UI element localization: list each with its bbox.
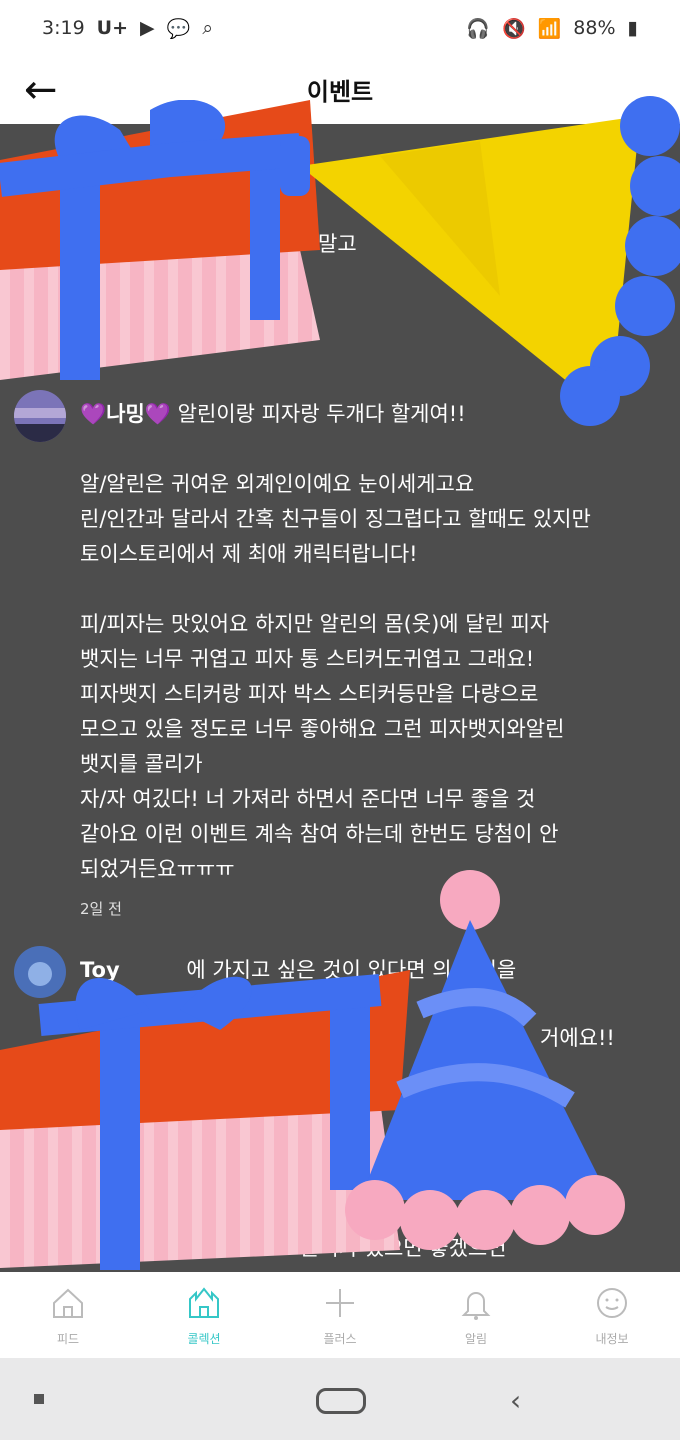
nav-item-profile[interactable]: 내정보 xyxy=(552,1283,672,1347)
play-icon: ▶ xyxy=(140,17,155,39)
status-time: 3:19 xyxy=(42,17,85,39)
castle-icon xyxy=(189,1287,219,1318)
comment-line: 피/피자는 맛있어요 하지만 알린의 몸(옷)에 달린 피자 xyxy=(80,612,550,636)
battery-level: 88% xyxy=(573,17,616,39)
username[interactable]: Toy xyxy=(80,958,120,982)
nav-label: 내정보 xyxy=(595,1332,629,1346)
nav-label: 알림 xyxy=(464,1332,488,1346)
comment-line: 같아요 이런 이벤트 계속 참여 하는데 한번도 당첨이 안 xyxy=(80,822,559,846)
comment-line: 피자뱃지 스티커랑 피자 박스 스티커등만을 다량으로 xyxy=(80,682,539,706)
avatar[interactable] xyxy=(14,390,66,442)
nav-item-collection[interactable]: 콜렉션 xyxy=(144,1283,264,1347)
headphones-icon: 🎧 xyxy=(466,17,490,40)
app-header: ← 이벤트 xyxy=(0,56,680,124)
carrier-label: U+ xyxy=(96,17,129,39)
mute-icon: 🔇 xyxy=(501,17,526,40)
plus-icon xyxy=(326,1289,354,1317)
nav-label: 피드 xyxy=(56,1332,80,1346)
system-navigation-bar: ‹ xyxy=(0,1358,680,1440)
nav-label: 콜렉션 xyxy=(187,1332,221,1346)
status-bar: 3:19 U+ ▶ 💬 ⌕ 🎧 🔇 📶 88% ▮ xyxy=(0,0,680,56)
nav-item-feed[interactable]: 피드 xyxy=(8,1283,128,1347)
comment-time: 2일 전 xyxy=(80,900,122,918)
comment-line: 뱃지를 콜리가 xyxy=(80,752,203,776)
comment-line: 알/알린은 귀여운 외계인이예요 눈이세게고요 xyxy=(80,472,475,496)
recent-apps-button[interactable] xyxy=(34,1394,44,1404)
wifi-icon: 📶 xyxy=(537,17,562,40)
bottom-navigation: 피드 콜렉션 플러스 알림 내정보 xyxy=(0,1272,680,1358)
comment-text: ) xyxy=(278,300,287,324)
bell-icon xyxy=(461,1292,491,1320)
comment-line: 뱃지는 너무 귀엽고 피자 통 스티커도귀엽고 그래요! xyxy=(80,647,535,671)
home-button[interactable] xyxy=(316,1388,366,1414)
comment-text: 말고 xyxy=(318,232,357,256)
profile-icon xyxy=(597,1288,627,1318)
comment-text: 거에요!! xyxy=(540,1026,615,1050)
comment-text: 콜리가 했으면 좋겠으면 xyxy=(300,1236,507,1260)
comment-line: 토이스토리에서 제 최애 캐릭터랍니다! xyxy=(80,542,418,566)
nav-label: 플러스 xyxy=(323,1332,357,1346)
username[interactable]: 💜나밍💜 xyxy=(80,402,171,426)
home-icon xyxy=(53,1288,83,1318)
comment-first-line: 알린이랑 피자랑 두개다 할게여!! xyxy=(177,402,466,426)
nav-item-alerts[interactable]: 알림 xyxy=(416,1283,536,1347)
comment-text: 에 가지고 싶은 것이 있다면 의 물건을 xyxy=(186,958,517,982)
comment-line: 자/자 여깄다! 너 가져라 하면서 준다면 너무 좋을 것 xyxy=(80,787,536,811)
chat-icon: 💬 xyxy=(166,17,191,40)
search-icon: ⌕ xyxy=(202,17,213,39)
back-button[interactable]: ‹ xyxy=(510,1384,521,1417)
comment-line: 모으고 있을 정도로 너무 좋아해요 그런 피자뱃지와알린 xyxy=(80,717,565,741)
comment-line: 린/인간과 달라서 간혹 친구들이 징그럽다고 할때도 있지만 xyxy=(80,507,591,531)
avatar[interactable] xyxy=(14,946,66,998)
comment-line: 되었거든요ㅠㅠㅠ xyxy=(80,857,235,881)
nav-item-plus[interactable]: 플러스 xyxy=(280,1283,400,1347)
page-title: 이벤트 xyxy=(306,78,374,106)
comment-feed[interactable]: 말고 ) 💜나밍💜 알린이랑 피자랑 두개다 할게여!! 알/알린은 귀여운 외… xyxy=(0,124,680,1272)
battery-icon: ▮ xyxy=(627,17,638,39)
